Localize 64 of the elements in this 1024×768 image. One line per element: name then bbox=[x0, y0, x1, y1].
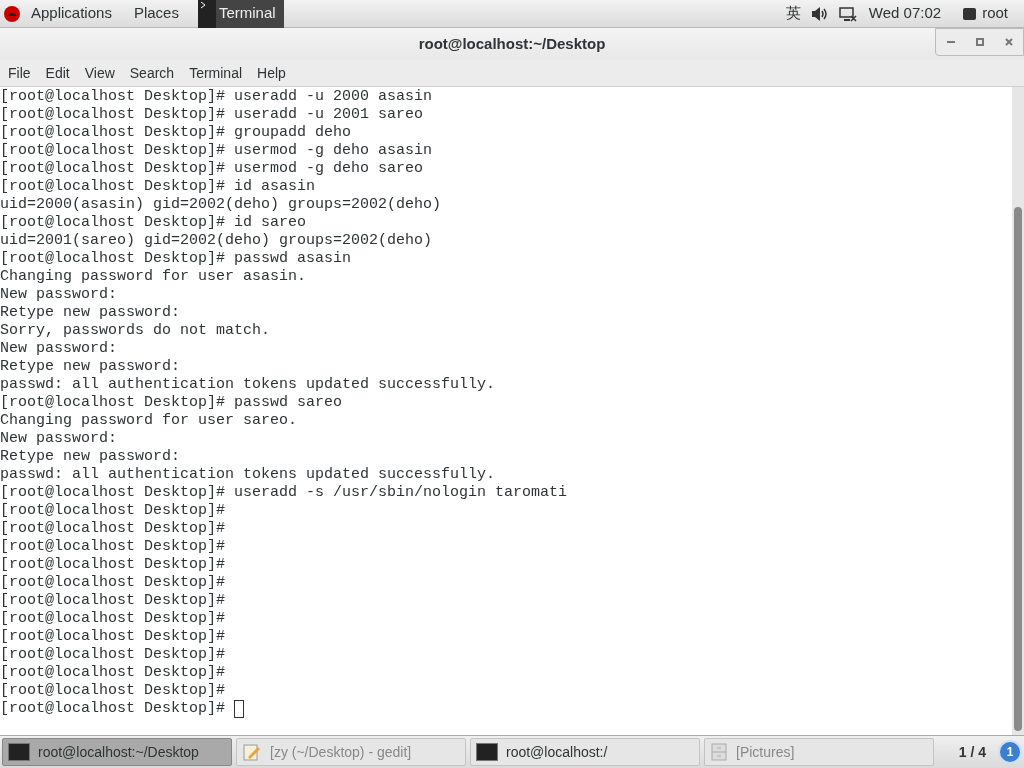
terminal-line: [root@localhost Desktop]# id asasin bbox=[0, 178, 316, 196]
menu-item[interactable]: Terminal bbox=[183, 62, 249, 84]
maximize-icon bbox=[975, 38, 984, 46]
terminal-line: [root@localhost Desktop]# usermod -g deho asasin bbox=[0, 142, 433, 160]
terminal-line: New password: bbox=[0, 286, 118, 304]
volume-icon[interactable] bbox=[810, 5, 829, 22]
terminal-line: [root@localhost Desktop]# bbox=[0, 646, 226, 664]
terminal-line: [root@localhost Desktop]# bbox=[0, 538, 226, 556]
terminal-line: [root@localhost Desktop]# bbox=[0, 610, 226, 628]
terminal-line: New password: bbox=[0, 430, 118, 448]
terminal-icon bbox=[197, 0, 216, 28]
terminal-line: [root@localhost Desktop]# id sareo bbox=[0, 214, 307, 232]
terminal-line: passwd: all authentication tokens updated successfully. bbox=[0, 376, 496, 394]
terminal-line: [root@localhost Desktop]# passwd asasin bbox=[0, 250, 352, 268]
active-app-button[interactable]: Terminal bbox=[197, 0, 284, 28]
terminal-line: Retype new password: bbox=[0, 304, 181, 322]
menu-item[interactable]: File bbox=[2, 62, 37, 84]
terminal-line: [root@localhost Desktop]# useradd -u 2000 asasin bbox=[0, 88, 433, 106]
hat-logo-icon[interactable] bbox=[4, 5, 20, 22]
terminal-line: [root@localhost Desktop]# bbox=[0, 592, 226, 610]
terminal-line: [root@localhost Desktop]# groupadd deho bbox=[0, 124, 352, 142]
terminal-line: uid=2001(sareo) gid=2002(deho) groups=2002(deho) bbox=[0, 232, 433, 250]
terminal-line: [root@localhost Desktop]# passwd sareo bbox=[0, 394, 343, 412]
terminal-line: [root@localhost Desktop]# usermod -g deho sareo bbox=[0, 160, 424, 178]
terminal-line: [root@localhost Desktop]# bbox=[0, 574, 226, 592]
terminal-line: Changing password for user asasin. bbox=[0, 268, 307, 286]
panel-menu[interactable]: Places bbox=[130, 2, 182, 25]
notification-counter[interactable]: 1 bbox=[998, 740, 1022, 764]
panel-menu[interactable]: Applications bbox=[28, 2, 115, 25]
terminal-line: Sorry, passwords do not match. bbox=[0, 322, 271, 340]
cabinet-icon bbox=[710, 742, 728, 762]
terminal-line: Retype new password: bbox=[0, 358, 181, 376]
terminal-line: [root@localhost Desktop]# useradd -u 2001 sareo bbox=[0, 106, 424, 124]
workspace-indicator[interactable]: 1 / 4 bbox=[950, 741, 994, 763]
minimize-icon bbox=[946, 41, 955, 43]
terminal-icon bbox=[8, 743, 30, 761]
terminal-line: New password: bbox=[0, 340, 118, 358]
taskbar-item[interactable]: root@localhost:/ bbox=[470, 738, 700, 766]
close-icon bbox=[1004, 38, 1013, 46]
notepad-pencil-icon bbox=[242, 742, 262, 762]
terminal-line: [root@localhost Desktop]# bbox=[0, 520, 226, 538]
user-menu[interactable]: root bbox=[963, 2, 1008, 25]
menu-item[interactable]: Search bbox=[123, 62, 181, 84]
menu-item[interactable]: Edit bbox=[39, 62, 76, 84]
terminal-line: [root@localhost Desktop]# bbox=[0, 556, 226, 574]
terminal-line: [root@localhost Desktop]# bbox=[0, 628, 226, 646]
scrollbar-thumb[interactable] bbox=[1014, 207, 1022, 731]
terminal-line: passwd: all authentication tokens updated successfully. bbox=[0, 466, 496, 484]
menu-item[interactable]: View bbox=[78, 62, 121, 84]
terminal-line: [root@localhost Desktop]# useradd -s /usr/sbin/nologin taromati bbox=[0, 484, 568, 502]
terminal-line: Changing password for user sareo. bbox=[0, 412, 298, 430]
terminal-line: Retype new password: bbox=[0, 448, 181, 466]
terminal-line: [root@localhost Desktop]# bbox=[0, 664, 226, 682]
terminal-line: [root@localhost Desktop]# bbox=[0, 700, 226, 718]
clock[interactable]: Wed 07:02 bbox=[868, 2, 942, 25]
network-icon[interactable] bbox=[838, 5, 857, 22]
taskbar-item[interactable]: root@localhost:~/Desktop bbox=[2, 738, 232, 766]
window-title: root@localhost:~/Desktop bbox=[418, 33, 606, 54]
terminal-line: [root@localhost Desktop]# bbox=[0, 682, 226, 700]
menu-item[interactable]: Help bbox=[251, 62, 292, 84]
terminal-line: [root@localhost Desktop]# bbox=[0, 502, 226, 520]
terminal-line: uid=2000(asasin) gid=2002(deho) groups=2002(deho) bbox=[0, 196, 442, 214]
input-method-indicator[interactable]: 英 bbox=[785, 2, 801, 25]
terminal-icon bbox=[476, 743, 498, 761]
